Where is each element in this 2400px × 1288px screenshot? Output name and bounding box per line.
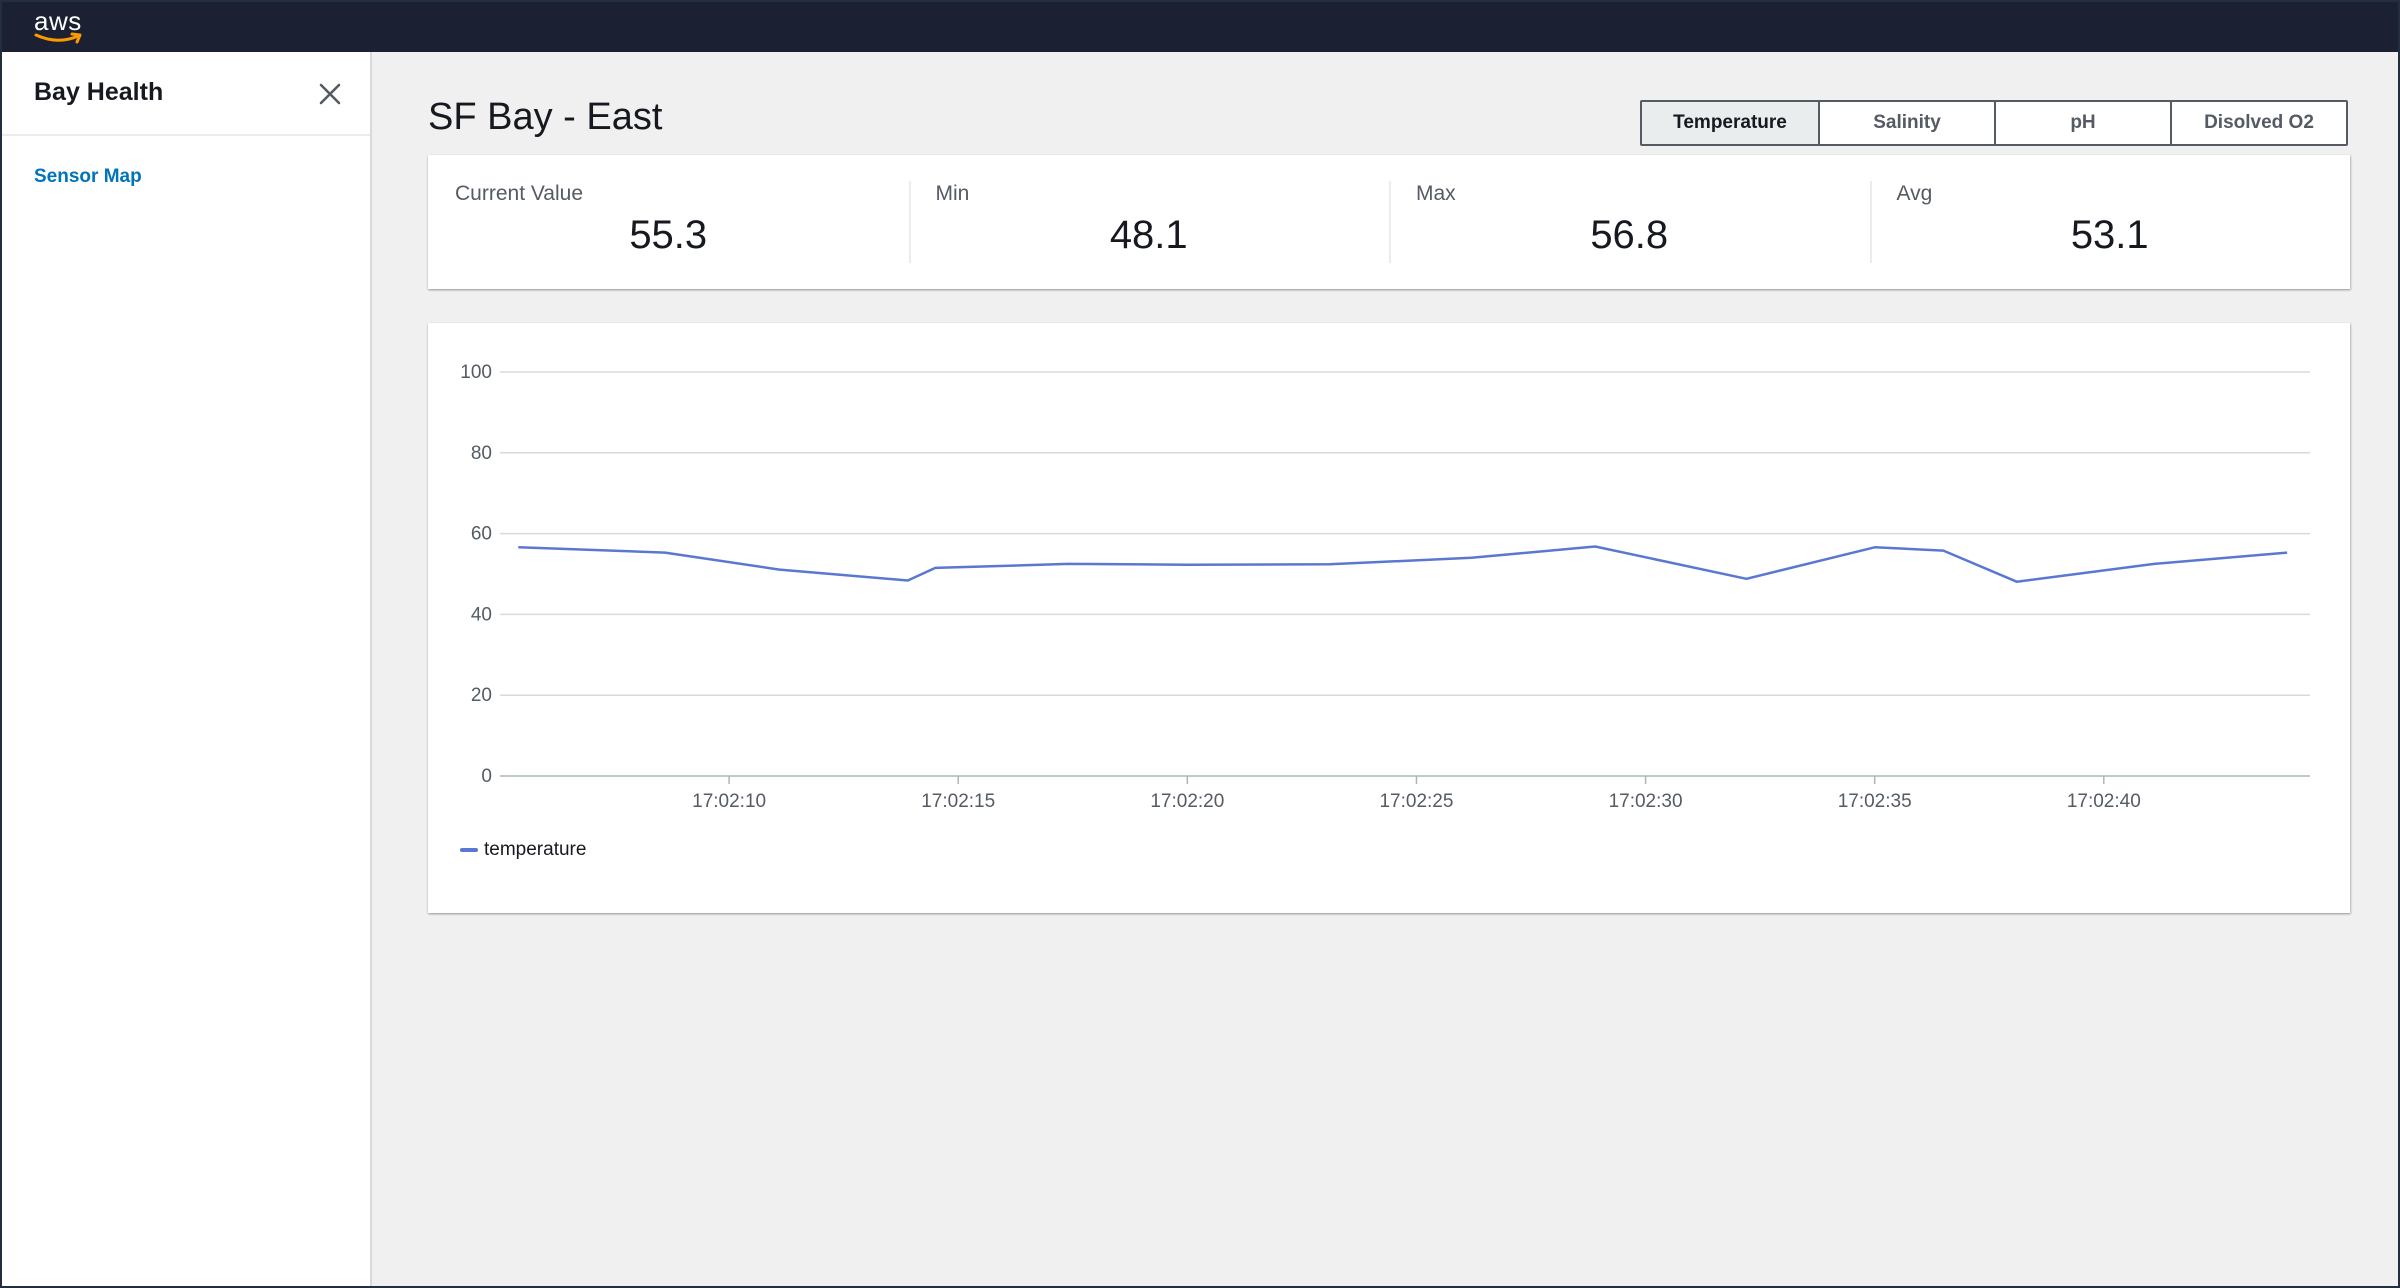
y-tick-label: 80: [471, 443, 492, 464]
close-icon[interactable]: [316, 80, 344, 108]
stat-label: Min: [935, 182, 970, 205]
sidebar-divider: [0, 134, 370, 136]
x-tick-label: 17:02:30: [1609, 791, 1683, 812]
page-title: SF Bay - East: [428, 96, 663, 138]
stat-label: Avg: [1896, 182, 1933, 205]
stat-label: Max: [1416, 182, 1456, 205]
stat-value: 56.8: [1590, 213, 1669, 257]
line-chart: 0 20 40 60 80 100 17:02:10 17:02:15 17:02:20 17:0…: [460, 362, 2310, 812]
stat-value: 53.1: [2070, 213, 2149, 257]
x-tick-label: 17:02:20: [1150, 791, 1224, 812]
x-tick-label: 17:02:25: [1379, 791, 1453, 812]
y-tick-label: 100: [460, 362, 492, 383]
legend-swatch: [460, 848, 478, 852]
sidebar-title: Bay Health: [34, 78, 164, 106]
y-tick-label: 40: [471, 604, 492, 625]
series-line-temperature: [518, 545, 2288, 583]
side-navigation: [0, 52, 372, 1288]
tab-dissolved-o2[interactable]: Disolved O2: [2170, 102, 2346, 144]
stat-max: Max 56.8: [1389, 155, 1870, 289]
smile-arrow-icon: [34, 32, 82, 44]
tab-temperature[interactable]: Temperature: [1642, 102, 1818, 144]
x-tick-label: 17:02:10: [692, 791, 766, 812]
aws-logo[interactable]: aws: [32, 4, 88, 48]
x-tick-label: 17:02:15: [921, 791, 995, 812]
top-navigation-bar: aws: [0, 0, 2400, 52]
tab-salinity[interactable]: Salinity: [1818, 102, 1994, 144]
stat-min: Min 48.1: [908, 155, 1390, 289]
stat-label: Current Value: [455, 182, 584, 205]
chart-legend[interactable]: temperature: [460, 839, 586, 861]
stats-container: Current Value 55.3 Min 48.1 Max 56.8 Avg…: [428, 155, 2350, 289]
metric-segmented-control: Temperature Salinity pH Disolved O2: [1640, 100, 2348, 146]
stat-value: 55.3: [629, 213, 708, 257]
x-tick-label: 17:02:35: [1838, 791, 1912, 812]
sidebar-item-sensor-map[interactable]: Sensor Map: [34, 166, 142, 188]
stat-current-value: Current Value 55.3: [428, 155, 909, 289]
chart-container: 0 20 40 60 80 100 17:02:10 17:02:15 17:02:20 17:0…: [428, 323, 2350, 913]
stat-value: 48.1: [1109, 213, 1188, 257]
y-tick-label: 20: [471, 685, 492, 706]
tab-ph[interactable]: pH: [1994, 102, 2170, 144]
y-tick-label: 60: [471, 524, 492, 545]
y-tick-label: 0: [481, 766, 492, 787]
x-tick-label: 17:02:40: [2067, 791, 2141, 812]
stat-avg: Avg 53.1: [1869, 155, 2351, 289]
legend-label: temperature: [484, 839, 587, 860]
